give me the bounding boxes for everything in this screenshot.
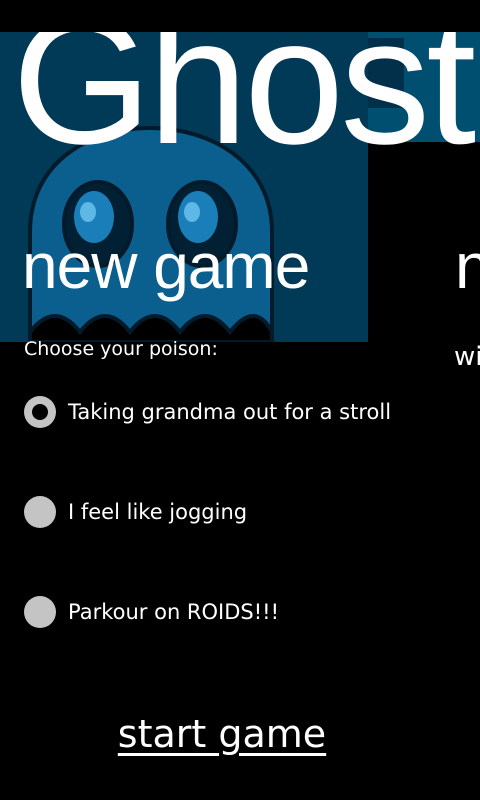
radio-label: Parkour on ROIDS!!! xyxy=(68,600,280,624)
difficulty-prompt: Choose your poison: xyxy=(24,338,218,360)
radio-option-stroll[interactable]: Taking grandma out for a stroll xyxy=(24,395,391,429)
pivot-header-next[interactable]: n xyxy=(455,234,480,298)
radio-label: I feel like jogging xyxy=(68,500,248,524)
radio-button-icon[interactable] xyxy=(24,396,56,428)
start-game-button[interactable]: start game xyxy=(0,712,444,756)
system-status-bar xyxy=(0,0,480,32)
radio-button-icon[interactable] xyxy=(24,496,56,528)
radio-label: Taking grandma out for a stroll xyxy=(68,400,392,424)
radio-option-parkour[interactable]: Parkour on ROIDS!!! xyxy=(24,595,279,629)
next-pivot-content-preview: wi xyxy=(454,342,480,372)
radio-option-jogging[interactable]: I feel like jogging xyxy=(24,495,247,529)
radio-button-icon[interactable] xyxy=(24,596,56,628)
pivot-header-new-game[interactable]: new game xyxy=(22,234,310,298)
